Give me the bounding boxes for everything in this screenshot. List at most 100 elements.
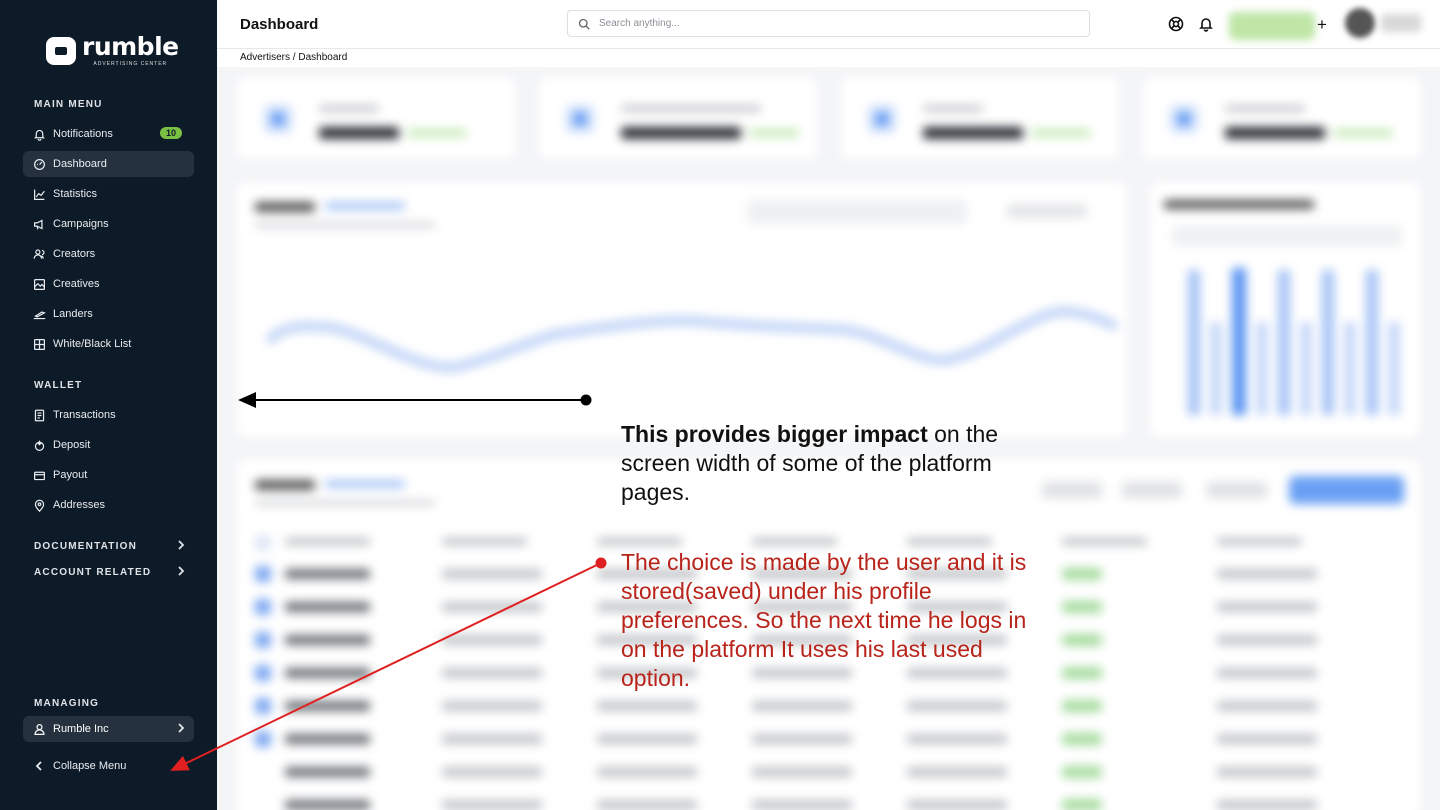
sidebar-item-label: Addresses <box>53 499 105 511</box>
brand-subtitle: ADVERTISING CENTER <box>93 61 168 67</box>
breadcrumb-bar <box>217 49 1440 67</box>
rumble-logo-icon <box>46 36 76 65</box>
sidebar-item-label: Creatives <box>53 278 100 290</box>
search-box[interactable] <box>567 10 1090 37</box>
sidebar: rumble ADVERTISING CENTER MAIN MENU Noti… <box>0 0 217 810</box>
bar-mark <box>1278 270 1290 415</box>
table-cell <box>752 767 852 777</box>
sidebar-item-creators[interactable]: Creators <box>23 241 194 267</box>
kpi-card <box>841 77 1119 159</box>
search-input[interactable] <box>599 18 1059 29</box>
table-cell <box>907 734 1007 744</box>
wallet-icon <box>33 469 46 482</box>
page-title: Dashboard <box>240 16 319 33</box>
bar-mark <box>1232 268 1246 415</box>
annotation-impact: This provides bigger impact on the scree… <box>621 420 1051 507</box>
status-pill <box>1062 601 1102 613</box>
bar-mark <box>1344 322 1356 415</box>
sidebar-item-label: Landers <box>53 308 93 320</box>
table-cell <box>442 734 542 744</box>
help-lifebuoy-icon[interactable] <box>1168 16 1184 32</box>
landing-icon <box>33 308 46 321</box>
bar-mark <box>1366 270 1378 415</box>
table-cell <box>285 701 370 711</box>
table-cell <box>442 635 542 645</box>
row-checkbox <box>255 632 271 648</box>
status-pill <box>1062 766 1102 778</box>
line-chart-card <box>237 182 1127 437</box>
sidebar-item-dashboard[interactable]: Dashboard <box>23 151 194 177</box>
table-cell <box>1217 767 1317 777</box>
users-icon <box>33 248 46 261</box>
deposit-icon <box>33 439 46 452</box>
table-cell <box>442 800 542 810</box>
dashboard-icon <box>33 158 46 171</box>
table-cell <box>1217 734 1317 744</box>
chevron-right-icon <box>176 540 186 553</box>
bell-icon <box>33 128 46 141</box>
kpi-icon <box>1170 105 1198 133</box>
sidebar-documentation-toggle[interactable]: DOCUMENTATION <box>34 540 186 553</box>
image-icon <box>33 278 46 291</box>
sidebar-item-transactions[interactable]: Transactions <box>23 402 194 428</box>
chart-line-icon <box>33 188 46 201</box>
megaphone-icon <box>33 218 46 231</box>
sidebar-item-label: Statistics <box>53 188 98 200</box>
sidebar-account-related-toggle[interactable]: ACCOUNT RELATED <box>34 566 186 579</box>
sidebar-item-landers[interactable]: Landers <box>23 301 194 327</box>
sidebar-item-white-black-list[interactable]: White/Black List <box>23 331 194 357</box>
row-checkbox <box>255 731 271 747</box>
chevron-right-icon <box>176 722 186 736</box>
table-header-cell <box>285 538 370 545</box>
table-cell <box>285 800 370 810</box>
sidebar-item-creatives[interactable]: Creatives <box>23 271 194 297</box>
sidebar-item-label: Notifications <box>53 128 113 140</box>
annotation-choice: The choice is made by the user and it is… <box>621 549 1027 691</box>
user-icon <box>34 723 45 735</box>
sidebar-item-notifications[interactable]: Notifications 10 <box>23 121 194 147</box>
table-cell <box>285 569 370 579</box>
bar-mark <box>1388 322 1400 415</box>
sidebar-item-label: Campaigns <box>53 218 109 230</box>
table-cell <box>907 767 1007 777</box>
list-icon <box>33 338 46 351</box>
table-cell <box>285 635 370 645</box>
row-checkbox <box>255 698 271 714</box>
avatar[interactable] <box>1345 8 1375 38</box>
sidebar-item-label: Transactions <box>53 409 116 421</box>
brand-logo[interactable]: rumble ADVERTISING CENTER <box>46 34 179 67</box>
table-cell <box>752 701 852 711</box>
bar-mark <box>1188 270 1200 415</box>
organization-selector[interactable]: Rumble Inc <box>23 716 194 742</box>
breadcrumb[interactable]: Advertisers / Dashboard <box>240 52 347 63</box>
sidebar-item-label: Creators <box>53 248 96 260</box>
row-checkbox <box>255 599 271 615</box>
kpi-icon <box>264 105 292 133</box>
user-name-blurred <box>1381 14 1421 32</box>
collapse-menu-button[interactable]: Collapse Menu <box>34 760 126 772</box>
table-header-cell <box>1217 538 1302 545</box>
location-pin-icon <box>33 499 46 512</box>
sidebar-item-campaigns[interactable]: Campaigns <box>23 211 194 237</box>
table-cell <box>752 800 852 810</box>
table-cell <box>285 734 370 744</box>
add-button[interactable]: + <box>1310 13 1334 37</box>
managing-title: MANAGING <box>34 698 100 709</box>
table-header-cell <box>442 538 527 545</box>
sidebar-item-label: Payout <box>53 469 88 481</box>
table-cell <box>752 734 852 744</box>
status-pill <box>1062 700 1102 712</box>
table-cell <box>1217 668 1317 678</box>
sidebar-item-payout[interactable]: Payout <box>23 462 194 488</box>
collapse-menu-label: Collapse Menu <box>53 760 127 772</box>
kpi-card <box>539 77 817 159</box>
sidebar-item-label: Deposit <box>53 439 91 451</box>
sidebar-item-statistics[interactable]: Statistics <box>23 181 194 207</box>
bar-mark <box>1210 322 1222 415</box>
notification-bell-icon[interactable] <box>1198 16 1214 32</box>
sidebar-item-addresses[interactable]: Addresses <box>23 492 194 518</box>
balance-pill-blurred[interactable] <box>1229 12 1315 40</box>
sidebar-item-deposit[interactable]: Deposit <box>23 432 194 458</box>
table-cell <box>285 602 370 612</box>
table-header-cell <box>597 538 682 545</box>
